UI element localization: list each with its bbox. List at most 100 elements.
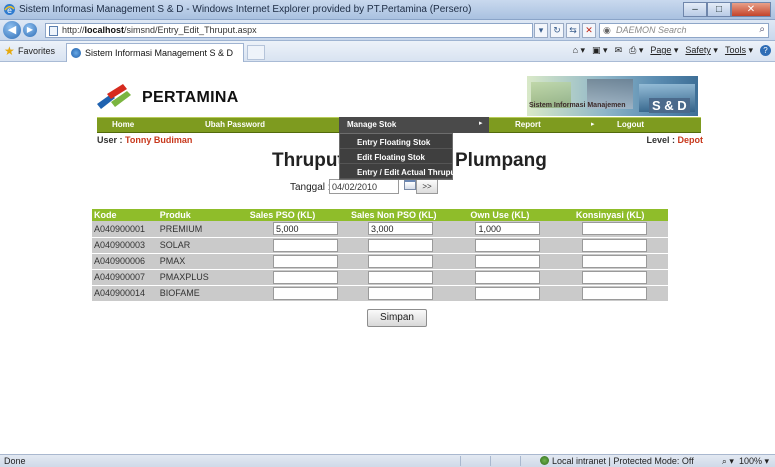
address-bar: ◀ ▶ http://localhost/simsnd/Entry_Edit_T…	[0, 20, 775, 41]
menu-edit-floating-stok[interactable]: Edit Floating Stok	[340, 149, 452, 164]
sales-pso-input[interactable]	[272, 254, 338, 268]
url-host: localhost	[84, 25, 125, 35]
sales-pso-input[interactable]	[272, 222, 338, 236]
own-use-input[interactable]	[475, 222, 541, 236]
rss-icon[interactable]: ⇆	[566, 23, 580, 38]
header-banner: Sistem Informasi Manajemen S & D	[527, 76, 698, 116]
table-row: A040900007 PMAXPLUS	[92, 269, 668, 286]
home-icon[interactable]: ⌂ ▾	[573, 45, 585, 56]
own-use-input[interactable]	[475, 238, 541, 252]
table-row: A040900001 PREMIUM	[92, 221, 668, 238]
page-title-location: Plumpang	[455, 150, 547, 171]
sales-non-pso-input[interactable]	[367, 238, 433, 252]
report-arrow-icon: ▸	[591, 121, 595, 128]
feeds-icon[interactable]: ▣ ▾	[592, 45, 608, 56]
forward-button[interactable]: ▶	[23, 23, 37, 37]
table-row: A040900014 BIOFAME	[92, 285, 668, 302]
menu-manage-stok-label: Manage Stok	[347, 120, 397, 129]
sales-pso-input[interactable]	[272, 238, 338, 252]
url-field[interactable]: http://localhost/simsnd/Entry_Edit_Thrup…	[45, 23, 533, 38]
internet-explorer-icon: e	[4, 4, 15, 15]
cell-produk: PMAXPLUS	[157, 269, 225, 286]
menu-home[interactable]: Home	[112, 120, 134, 129]
new-tab-button[interactable]	[247, 45, 265, 60]
table-row: A040900006 PMAX	[92, 253, 668, 270]
page-viewport: PERTAMINA Sistem Informasi Manajemen S &…	[0, 62, 775, 454]
zoom-control[interactable]: ⌕ ▾ 100% ▾	[722, 456, 769, 467]
tab-page-icon	[71, 48, 81, 58]
simpan-button[interactable]: Simpan	[367, 309, 427, 327]
sales-non-pso-input[interactable]	[367, 222, 433, 236]
menu-entry-edit-actual-thruput[interactable]: Entry / Edit Actual Thruput	[340, 164, 458, 179]
print-icon[interactable]: ⎙ ▾	[629, 45, 643, 56]
cell-kode: A040900001	[92, 221, 158, 238]
search-input[interactable]: ◉ DAEMON Search ⌕	[599, 23, 769, 38]
level-name: Depot	[677, 135, 704, 145]
menu-manage-stok[interactable]: Manage Stok ▸	[339, 117, 489, 133]
page-icon	[49, 26, 58, 36]
level-info: Level : Depot	[646, 135, 703, 145]
col-sales-pso: Sales PSO (KL)	[224, 209, 340, 221]
refresh-icon[interactable]: ↻	[550, 23, 564, 38]
konsinyasi-input[interactable]	[582, 286, 648, 300]
close-window-button[interactable]: ✕	[731, 2, 771, 17]
table-header-row: Kode Produk Sales PSO (KL) Sales Non PSO…	[92, 209, 668, 221]
page-menu[interactable]: Page ▾	[650, 45, 678, 56]
sales-non-pso-input[interactable]	[367, 286, 433, 300]
cell-produk: SOLAR	[157, 237, 225, 254]
browser-tab[interactable]: Sistem Informasi Management S & D	[66, 43, 244, 62]
status-text: Done	[4, 456, 26, 466]
window-title: Sistem Informasi Management S & D - Wind…	[19, 4, 472, 15]
user-name: Tonny Budiman	[125, 135, 193, 145]
search-provider-icon: ◉	[603, 25, 611, 35]
cell-kode: A040900006	[92, 253, 158, 270]
favorites-bar: ★ Favorites Sistem Informasi Management …	[0, 41, 775, 62]
tools-menu[interactable]: Tools ▾	[725, 45, 753, 56]
sales-non-pso-input[interactable]	[367, 254, 433, 268]
menu-ubah-password[interactable]: Ubah Password	[205, 120, 265, 129]
favorites-button[interactable]: Favorites	[18, 46, 55, 56]
sales-pso-input[interactable]	[272, 286, 338, 300]
submenu-arrow-icon: ▸	[479, 120, 483, 127]
own-use-input[interactable]	[475, 270, 541, 284]
search-icon[interactable]: ⌕	[759, 24, 765, 35]
col-konsinyasi: Konsinyasi (KL)	[552, 209, 668, 221]
sales-pso-input[interactable]	[272, 270, 338, 284]
cell-kode: A040900014	[92, 285, 158, 302]
stop-icon[interactable]: ✕	[582, 23, 596, 38]
banner-text: Sistem Informasi Manajemen	[529, 102, 626, 109]
pertamina-logo: PERTAMINA	[97, 82, 238, 112]
menu-logout[interactable]: Logout	[617, 120, 644, 129]
menu-entry-floating-stok[interactable]: Entry Floating Stok	[340, 134, 452, 149]
manage-stok-dropdown: Entry Floating Stok Edit Floating Stok E…	[339, 133, 458, 180]
maximize-button[interactable]: □	[707, 2, 731, 17]
minimize-button[interactable]: –	[683, 2, 707, 17]
konsinyasi-input[interactable]	[582, 238, 648, 252]
cell-kode: A040900007	[92, 269, 158, 286]
favorites-star-icon[interactable]: ★	[4, 44, 15, 58]
zoom-level: 100%	[738, 456, 762, 466]
tanggal-input[interactable]	[329, 179, 399, 194]
go-button[interactable]: >>	[416, 179, 438, 194]
mail-icon[interactable]: ✉	[615, 45, 623, 56]
col-sales-non-pso: Sales Non PSO (KL)	[339, 209, 448, 221]
help-icon[interactable]: ?	[760, 45, 771, 56]
compatibility-icon[interactable]: ▾	[534, 23, 548, 38]
page-title: Thruput	[272, 150, 344, 171]
safety-menu[interactable]: Safety ▾	[685, 45, 718, 56]
own-use-input[interactable]	[475, 254, 541, 268]
konsinyasi-input[interactable]	[582, 222, 648, 236]
back-button[interactable]: ◀	[3, 21, 21, 39]
url-prefix: http://	[62, 25, 85, 35]
url-path: /simsnd/Entry_Edit_Thruput.aspx	[124, 25, 257, 35]
konsinyasi-input[interactable]	[582, 254, 648, 268]
sales-non-pso-input[interactable]	[367, 270, 433, 284]
pertamina-logo-mark	[97, 84, 131, 109]
own-use-input[interactable]	[475, 286, 541, 300]
menu-report[interactable]: Report	[515, 120, 541, 129]
logo-text: PERTAMINA	[142, 89, 239, 106]
cell-produk: PREMIUM	[157, 221, 225, 238]
security-zone[interactable]: Local intranet | Protected Mode: Off	[540, 456, 694, 466]
konsinyasi-input[interactable]	[582, 270, 648, 284]
banner-badge: S & D	[649, 98, 690, 113]
